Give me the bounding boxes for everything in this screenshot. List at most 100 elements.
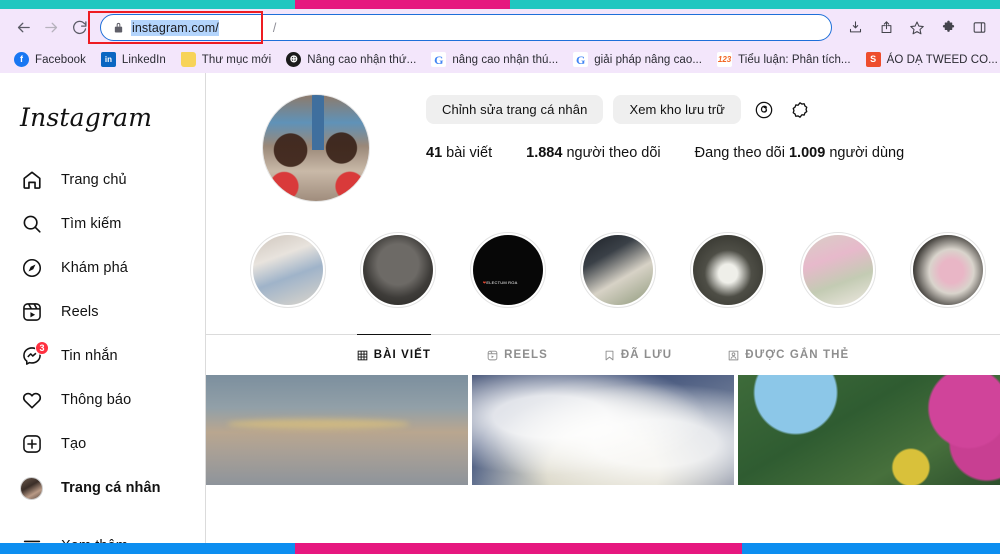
sidebar-item-home[interactable]: Trang chủ (0, 158, 205, 202)
arrow-right-icon[interactable] (38, 15, 64, 41)
bookmark-star-icon[interactable] (906, 17, 928, 39)
sidebar-item-profile[interactable]: Trang cá nhân (0, 466, 205, 510)
folder-icon (181, 52, 196, 67)
bookmark-label: Thư mục mới (202, 54, 271, 66)
globe-icon: ⊕ (286, 52, 301, 67)
tab-saved[interactable]: ĐÃ LƯU (604, 335, 672, 373)
profile-main: Chỉnh sửa trang cá nhân Xem kho lưu trữ … (206, 73, 1000, 543)
sidebar-item-label: Trang cá nhân (61, 480, 161, 496)
frame-seg (0, 0, 295, 9)
sidebar-item-label: Reels (61, 304, 99, 320)
highlight-thumbnail (913, 235, 983, 305)
sidebar-item-create[interactable]: Tạo (0, 422, 205, 466)
avatar (20, 477, 43, 500)
toolbar-icon-group (840, 17, 990, 39)
bookmark-label: LinkedIn (122, 54, 166, 66)
highlight-thumbnail: ❤ELECTUM ROA (473, 235, 543, 305)
top-frame-bar (0, 0, 1000, 9)
highlight-thumbnail (363, 235, 433, 305)
profile-header: Chỉnh sửa trang cá nhân Xem kho lưu trữ … (206, 73, 1000, 202)
post-thumb-sunset[interactable] (206, 375, 468, 485)
tab-posts[interactable]: BÀI VIẾT (357, 335, 431, 373)
sidebar-item-messages[interactable]: 3 Tin nhắn (0, 334, 205, 378)
profile-actions: Chỉnh sửa trang cá nhân Xem kho lưu trữ (426, 95, 1000, 124)
story-highlight-1[interactable] (250, 232, 326, 308)
hamburger-menu-icon (19, 534, 44, 544)
bookmark-label: nâng cao nhận thú... (452, 54, 558, 66)
bookmark-item[interactable]: ⊕ Nâng cao nhận thứ... (280, 50, 425, 69)
bookmarks-bar: f Facebook in LinkedIn Thư mục mới ⊕ Nân… (0, 46, 1000, 73)
compass-icon (19, 256, 44, 281)
bookmark-item[interactable]: Thư mục mới (175, 50, 280, 69)
profile-avatar-column (206, 89, 426, 202)
sidebar-item-notifications[interactable]: Thông báo (0, 378, 205, 422)
post-thumb-garden[interactable] (738, 375, 1000, 485)
settings-gear-icon[interactable] (787, 97, 813, 123)
sidebar-item-search[interactable]: Tìm kiếm (0, 202, 205, 246)
posts-count: 41 (426, 145, 442, 161)
bookmark-item[interactable]: 123 Tiểu luận: Phân tích... (711, 50, 860, 69)
extensions-puzzle-icon[interactable] (937, 17, 959, 39)
address-bar-text: instagram.com/ (131, 20, 219, 36)
post-thumb-clouds[interactable] (472, 375, 734, 485)
story-highlight-7[interactable] (910, 232, 986, 308)
bookmark-item[interactable]: G giải pháp nâng cao... (567, 50, 711, 69)
lock-icon (113, 21, 124, 34)
bookmark-item[interactable]: f Facebook (8, 50, 95, 69)
browser-chrome: instagram.com// f Facebook (0, 9, 1000, 73)
tab-label: ĐÃ LƯU (621, 349, 672, 361)
reload-icon[interactable] (66, 15, 92, 41)
story-highlight-5[interactable] (690, 232, 766, 308)
threads-icon[interactable] (751, 97, 777, 123)
profile-stats: 41 bài viết 1.884 người theo dõi Đang th… (426, 145, 1000, 161)
story-highlight-3[interactable]: ❤ELECTUM ROA (470, 232, 546, 308)
web-page: Instagram Trang chủ Tìm kiếm Khám phá (0, 73, 1000, 543)
sidebar-item-label: Thông báo (61, 392, 131, 408)
followers-stat[interactable]: 1.884 người theo dõi (526, 145, 661, 161)
address-bar-wrapper[interactable]: instagram.com// (100, 14, 832, 41)
bookmark-item[interactable]: S ÁO DẠ TWEED CO... (860, 50, 1000, 69)
sidebar-item-reels[interactable]: Reels (0, 290, 205, 334)
message-badge: 3 (35, 341, 49, 355)
bookmark-item[interactable]: in LinkedIn (95, 50, 175, 69)
tab-reels[interactable]: REELS (487, 335, 548, 373)
bookmark-label: ÁO DẠ TWEED CO... (887, 54, 998, 66)
story-highlight-2[interactable] (360, 232, 436, 308)
profile-tabs-container: BÀI VIẾT REELS ĐÃ LƯU (206, 334, 1000, 373)
story-highlights: ❤ELECTUM ROA (206, 202, 1000, 308)
edit-profile-button[interactable]: Chỉnh sửa trang cá nhân (426, 95, 603, 124)
bookmark-label: giải pháp nâng cao... (594, 54, 702, 66)
profile-photo[interactable] (262, 94, 370, 202)
linkedin-icon: in (101, 52, 116, 67)
profile-avatar-icon (19, 476, 44, 501)
tab-tagged[interactable]: ĐƯỢC GẮN THẺ (728, 335, 849, 373)
home-icon (19, 168, 44, 193)
shopee-icon: S (866, 52, 881, 67)
tagged-icon (728, 350, 739, 361)
browser-sidebar-icon[interactable] (968, 17, 990, 39)
story-highlight-4[interactable] (580, 232, 656, 308)
sidebar-item-more[interactable]: Xem thêm (0, 524, 205, 543)
followers-count: 1.884 (526, 145, 562, 161)
sidebar-item-label: Tin nhắn (61, 348, 118, 364)
sidebar-item-explore[interactable]: Khám phá (0, 246, 205, 290)
sidebar-item-label: Trang chủ (61, 172, 127, 188)
bookmark-item[interactable]: G nâng cao nhận thú... (425, 50, 567, 69)
google-icon: G (431, 52, 446, 67)
frame-seg (742, 543, 1000, 554)
bookmark-label: Nâng cao nhận thứ... (307, 54, 416, 66)
arrow-left-icon[interactable] (10, 15, 36, 41)
redacted-username (220, 21, 272, 34)
story-highlight-6[interactable] (800, 232, 876, 308)
install-app-icon[interactable] (844, 17, 866, 39)
instagram-logo[interactable]: Instagram (0, 73, 205, 132)
highlight-thumbnail (803, 235, 873, 305)
address-bar[interactable]: instagram.com// (100, 14, 832, 41)
following-prefix: Đang theo dõi (695, 145, 785, 161)
view-archive-button[interactable]: Xem kho lưu trữ (613, 95, 741, 124)
share-icon[interactable] (875, 17, 897, 39)
following-stat[interactable]: Đang theo dõi 1.009 người dùng (695, 145, 905, 161)
heart-icon (19, 388, 44, 413)
facebook-icon: f (14, 52, 29, 67)
123-icon: 123 (717, 52, 732, 67)
